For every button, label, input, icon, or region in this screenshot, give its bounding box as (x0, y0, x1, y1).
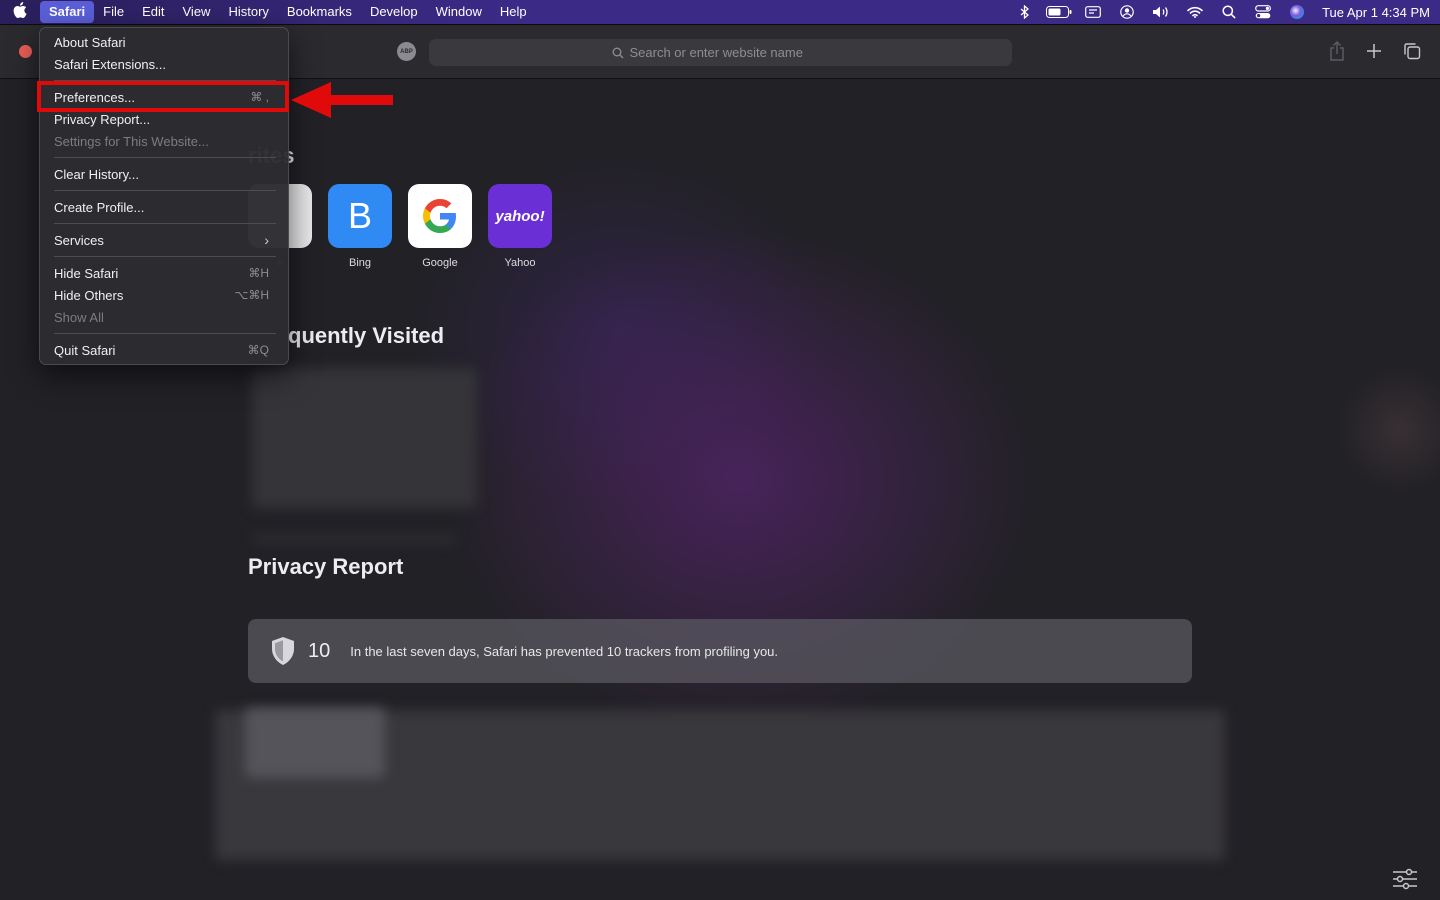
favorite-bing[interactable]: B Bing (328, 184, 392, 269)
chevron-right-icon: › (264, 232, 269, 248)
yahoo-icon: yahoo! (488, 184, 552, 248)
menu-item-quit-safari[interactable]: Quit Safari ⌘Q (45, 339, 283, 361)
magnifier-icon (612, 47, 623, 58)
highlight-box (37, 81, 289, 112)
apple-icon[interactable] (0, 2, 40, 22)
menu-separator (54, 223, 276, 224)
menu-bookmarks[interactable]: Bookmarks (278, 1, 361, 23)
menu-develop[interactable]: Develop (361, 1, 427, 23)
siri-icon[interactable] (1280, 0, 1314, 24)
menu-view[interactable]: View (174, 1, 220, 23)
search-icon[interactable] (1212, 0, 1246, 24)
menu-item-create-profile[interactable]: Create Profile... (45, 196, 283, 218)
menu-separator (54, 333, 276, 334)
menu-item-about-safari[interactable]: About Safari (45, 31, 283, 53)
menu-item-hide-others[interactable]: Hide Others ⌥⌘H (45, 284, 283, 306)
favorite-label: Yahoo (504, 257, 536, 269)
menu-item-settings-for-website: Settings for This Website... (54, 133, 209, 149)
favorite-label: Google (422, 257, 458, 269)
wifi-icon[interactable] (1178, 0, 1212, 24)
address-bar[interactable] (429, 39, 1012, 66)
user-icon[interactable] (1110, 0, 1144, 24)
tracker-count: 10 (308, 639, 331, 662)
frequent-site-thumbnail[interactable] (252, 368, 477, 508)
close-window-button[interactable] (19, 45, 32, 58)
favorite-label: Bing (348, 257, 372, 269)
new-tab-icon[interactable] (1363, 40, 1385, 62)
customize-start-page-icon[interactable] (1392, 867, 1418, 891)
menu-item-show-all: Show All (54, 309, 104, 325)
frequently-visited-heading: quently Visited (288, 323, 445, 348)
menu-item-safari-extensions[interactable]: Safari Extensions... (45, 53, 283, 75)
input-source-icon[interactable] (1076, 0, 1110, 24)
favorite-yahoo[interactable]: yahoo! Yahoo (488, 184, 552, 269)
privacy-report-heading: Privacy Report (248, 554, 404, 579)
menu-separator (54, 256, 276, 257)
tab-overview-icon[interactable] (1401, 40, 1423, 62)
bluetooth-icon[interactable] (1008, 0, 1042, 24)
menu-safari[interactable]: Safari (40, 1, 95, 23)
status-area: Tue Apr 1 4:34 PM (1008, 0, 1430, 24)
bing-icon: B (328, 184, 392, 248)
search-input[interactable] (629, 45, 830, 60)
battery-icon[interactable] (1042, 0, 1076, 24)
favorite-google[interactable]: Google (408, 184, 472, 269)
menu-item-clear-history[interactable]: Clear History... (45, 163, 283, 185)
menu-file[interactable]: File (94, 1, 133, 23)
menu-history[interactable]: History (219, 1, 277, 23)
menu-item-hide-safari[interactable]: Hide Safari ⌘H (45, 262, 283, 284)
share-icon[interactable] (1326, 40, 1348, 62)
menu-bar-clock[interactable]: Tue Apr 1 4:34 PM (1322, 5, 1430, 20)
menu-bar: Safari File Edit View History Bookmarks … (0, 0, 1440, 24)
google-icon (408, 184, 472, 248)
menu-separator (54, 190, 276, 191)
control-center-icon[interactable] (1246, 0, 1280, 24)
menu-separator (54, 157, 276, 158)
red-arrow-annotation (291, 82, 393, 118)
volume-icon[interactable] (1144, 0, 1178, 24)
shield-icon (272, 637, 294, 665)
menu-item-services[interactable]: Services › (45, 229, 283, 251)
safari-menu: About Safari Safari Extensions... Prefer… (39, 27, 289, 365)
blurred-thumbnail (245, 708, 385, 778)
frequent-site-caption (252, 535, 457, 543)
adblock-extension-icon[interactable]: ABP (397, 42, 416, 61)
menu-help[interactable]: Help (491, 1, 536, 23)
privacy-message: In the last seven days, Safari has preve… (350, 643, 779, 659)
menu-window[interactable]: Window (427, 1, 491, 23)
privacy-report-card[interactable]: 10 In the last seven days, Safari has pr… (248, 619, 1192, 683)
menu-edit[interactable]: Edit (133, 1, 173, 23)
